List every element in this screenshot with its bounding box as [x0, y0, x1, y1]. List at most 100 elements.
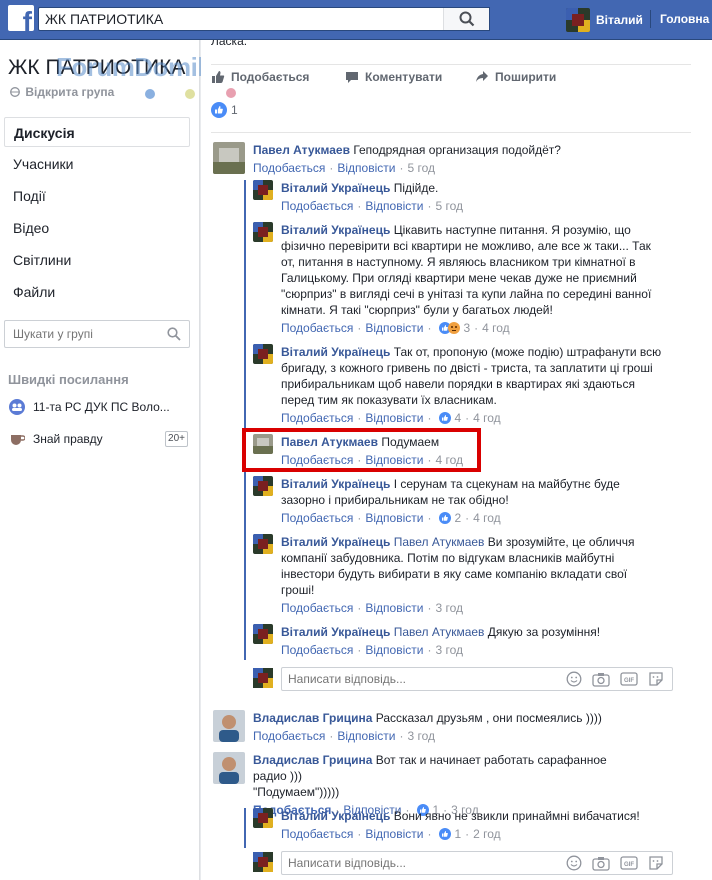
avatar[interactable] [253, 624, 273, 644]
reactions-summary[interactable]: 4 [439, 410, 461, 426]
share-button[interactable]: Поширити [475, 70, 556, 84]
comment-text: Віталий Українець Павел Атукмаев Ви зроз… [281, 535, 635, 597]
search-icon[interactable] [167, 327, 181, 341]
avatar[interactable] [213, 142, 245, 174]
nav-item-discussion[interactable]: Дискусія [4, 117, 190, 147]
share-icon [476, 71, 488, 82]
quick-link-label: 11-та РС ДУК ПС Воло... [33, 400, 170, 414]
mention-link[interactable]: Павел Атукмаев [394, 535, 485, 549]
nav-item-members[interactable]: Учасники [4, 149, 190, 179]
comment-reply-link[interactable]: Відповісти [365, 510, 423, 526]
comment-reply-link[interactable]: Відповісти [365, 410, 423, 426]
reactions-summary[interactable]: 3 [439, 320, 470, 336]
sticker-icon[interactable] [648, 855, 664, 871]
comment-author[interactable]: Павел Атукмаев [253, 143, 350, 157]
nav-item-events[interactable]: Події [4, 181, 190, 211]
comment-like-link[interactable]: Подобається [253, 728, 325, 744]
group-search-input[interactable] [5, 321, 155, 347]
comment-reply-link[interactable]: Відповісти [365, 826, 423, 842]
globe-icon [10, 87, 20, 97]
comment-author[interactable]: Віталий Українець [281, 181, 390, 195]
reactions-summary[interactable]: 2 [439, 510, 461, 526]
reply: Віталий Українець Підійде. Подобається · В… [253, 180, 673, 214]
comment-icon [346, 72, 358, 83]
avatar[interactable] [253, 344, 273, 364]
group-search [4, 320, 190, 348]
comment-timestamp[interactable]: 3 год [407, 728, 435, 744]
comment-timestamp[interactable]: 5 год [435, 198, 463, 214]
global-search-input[interactable] [39, 8, 439, 30]
comment-like-link[interactable]: Подобається [281, 826, 353, 842]
emoji-icon[interactable] [566, 671, 582, 687]
comment-author[interactable]: Віталий Українець [281, 625, 390, 639]
reply-input[interactable] [282, 668, 552, 690]
comment-timestamp[interactable]: 4 год [473, 510, 501, 526]
mention-link[interactable]: Павел Атукмаев [394, 625, 485, 639]
camera-icon[interactable] [592, 671, 610, 687]
comment-button[interactable]: Коментувати [345, 70, 442, 84]
avatar[interactable] [253, 534, 273, 554]
comment-like-link[interactable]: Подобається [281, 600, 353, 616]
comment-like-link[interactable]: Подобається [281, 198, 353, 214]
comment-author[interactable]: Віталий Українець [281, 535, 390, 549]
reply-input[interactable] [282, 852, 552, 874]
comment-reply-link[interactable]: Відповісти [365, 600, 423, 616]
avatar[interactable] [213, 710, 245, 742]
search-button[interactable] [443, 8, 489, 30]
quick-links-title: Швидкі посилання [8, 372, 129, 387]
comment: Владислав Грицина Рассказал друзьям , он… [213, 710, 633, 744]
nav-item-photos[interactable]: Світлини [4, 245, 190, 275]
avatar[interactable] [253, 180, 273, 200]
avatar[interactable] [253, 476, 273, 496]
comment-reply-link[interactable]: Відповісти [365, 198, 423, 214]
avatar[interactable] [253, 222, 273, 242]
comment-like-link[interactable]: Подобається [281, 410, 353, 426]
quick-link-group[interactable]: 11-та РС ДУК ПС Воло... [8, 397, 192, 417]
reply: Віталий Українець Так от, пропоную (може… [253, 344, 673, 426]
comment-timestamp[interactable]: 4 год [482, 320, 510, 336]
comment-author[interactable]: Віталий Українець [281, 809, 390, 823]
comment-timestamp[interactable]: 3 год [435, 600, 463, 616]
cup-icon [8, 432, 26, 446]
nav-item-videos[interactable]: Відео [4, 213, 190, 243]
reply: Віталий Українець Цікавить наступне пита… [253, 222, 673, 336]
gif-icon[interactable]: GIF [620, 671, 638, 687]
group-feed: Ласка. Подобається Коментувати Поширити … [201, 40, 712, 880]
comment-author[interactable]: Владислав Грицина [253, 711, 372, 725]
comment-text: Владислав Грицина Вот так и начинает раб… [253, 753, 607, 799]
comment-text: Віталий Українець Цікавить наступне пита… [281, 223, 652, 317]
sticker-icon[interactable] [648, 671, 664, 687]
comment-author[interactable]: Владислав Грицина [253, 753, 372, 767]
comment-reply-link[interactable]: Відповісти [337, 160, 395, 176]
comment-reply-link[interactable]: Відповісти [365, 642, 423, 658]
home-link[interactable]: Головна [660, 12, 709, 26]
camera-icon[interactable] [592, 855, 610, 871]
comment-timestamp[interactable]: 2 год [473, 826, 501, 842]
reactions-summary[interactable]: 1 [439, 826, 461, 842]
comment-timestamp[interactable]: 4 год [473, 410, 501, 426]
reactions-count: 2 [454, 511, 462, 525]
like-button[interactable]: Подобається [211, 70, 309, 84]
avatar[interactable] [213, 752, 245, 784]
comment-timestamp[interactable]: 5 год [407, 160, 435, 176]
post-text-fragment: Ласка. [211, 40, 248, 48]
comment-like-link[interactable]: Подобається [281, 510, 353, 526]
comment-author[interactable]: Віталий Українець [281, 477, 390, 491]
comment-like-link[interactable]: Подобається [281, 320, 353, 336]
facebook-logo-icon[interactable]: f [8, 5, 34, 31]
comment-like-link[interactable]: Подобається [253, 160, 325, 176]
comment-reply-link[interactable]: Відповісти [365, 320, 423, 336]
quick-link-page[interactable]: Знай правду 20+ [8, 429, 192, 449]
profile-link[interactable]: Віталий [566, 6, 643, 34]
group-icon [8, 399, 26, 415]
avatar[interactable] [253, 808, 273, 828]
comment-author[interactable]: Віталий Українець [281, 345, 390, 359]
emoji-icon[interactable] [566, 855, 582, 871]
reactions-summary[interactable]: 1 [211, 102, 238, 118]
nav-item-files[interactable]: Файли [4, 277, 190, 307]
comment-reply-link[interactable]: Відповісти [337, 728, 395, 744]
comment-like-link[interactable]: Подобається [281, 642, 353, 658]
gif-icon[interactable]: GIF [620, 855, 638, 871]
comment-author[interactable]: Віталий Українець [281, 223, 390, 237]
comment-timestamp[interactable]: 3 год [435, 642, 463, 658]
